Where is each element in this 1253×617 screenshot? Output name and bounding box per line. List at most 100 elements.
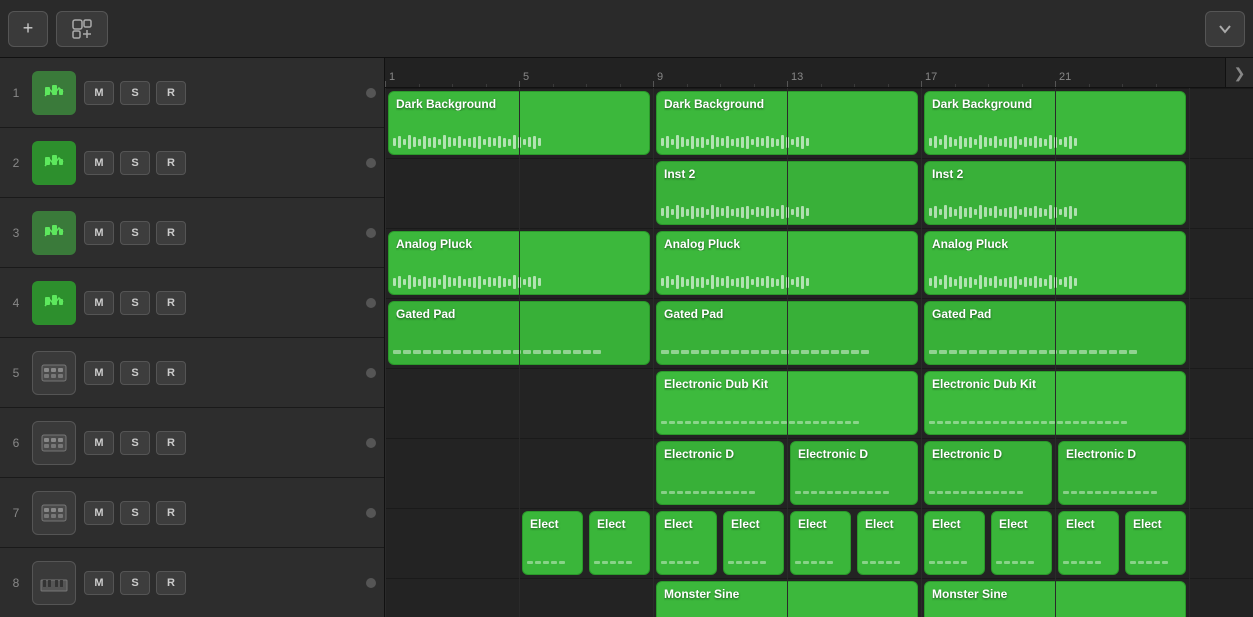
clip-label: Electronic D bbox=[664, 447, 779, 461]
track-record-btn-7[interactable]: R bbox=[156, 501, 186, 525]
track-record-btn-5[interactable]: R bbox=[156, 361, 186, 385]
track-record-btn-2[interactable]: R bbox=[156, 151, 186, 175]
track-solo-btn-2[interactable]: S bbox=[120, 151, 150, 175]
ruler-label: 5 bbox=[523, 71, 529, 83]
grid-col-line bbox=[385, 88, 386, 617]
clip-c26[interactable]: Elect bbox=[1058, 511, 1119, 575]
track-solo-btn-3[interactable]: S bbox=[120, 221, 150, 245]
track-mute-btn-1[interactable]: M bbox=[84, 81, 114, 105]
clip-pattern bbox=[929, 555, 980, 569]
track-icon-8[interactable] bbox=[32, 561, 76, 605]
clip-pattern bbox=[996, 555, 1047, 569]
clip-c24[interactable]: Elect bbox=[924, 511, 985, 575]
clip-label: Electronic D bbox=[1066, 447, 1181, 461]
clip-pattern bbox=[527, 555, 578, 569]
collapse-button[interactable] bbox=[1205, 11, 1245, 47]
track-icon-6[interactable] bbox=[32, 421, 76, 465]
track-header-3: 3 MSR bbox=[0, 198, 384, 268]
track-solo-btn-6[interactable]: S bbox=[120, 431, 150, 455]
clip-label: Gated Pad bbox=[396, 307, 645, 321]
clip-c23[interactable]: Elect bbox=[857, 511, 918, 575]
clip-c22[interactable]: Elect bbox=[790, 511, 851, 575]
track-icon-2[interactable] bbox=[32, 141, 76, 185]
clip-label: Inst 2 bbox=[932, 167, 1181, 181]
clip-c15[interactable]: Electronic D bbox=[790, 441, 918, 505]
track-solo-btn-4[interactable]: S bbox=[120, 291, 150, 315]
track-solo-btn-1[interactable]: S bbox=[120, 81, 150, 105]
clip-label: Elect bbox=[798, 517, 846, 531]
clip-c14[interactable]: Electronic D bbox=[656, 441, 784, 505]
track-header-7: 7MSR bbox=[0, 478, 384, 548]
track-number-8: 8 bbox=[8, 576, 24, 590]
clip-c20[interactable]: Elect bbox=[656, 511, 717, 575]
clip-label: Dark Background bbox=[932, 97, 1181, 111]
clip-c17[interactable]: Electronic D bbox=[1058, 441, 1186, 505]
clip-c18[interactable]: Elect bbox=[522, 511, 583, 575]
track-mute-btn-7[interactable]: M bbox=[84, 501, 114, 525]
clip-label: Elect bbox=[731, 517, 779, 531]
track-icon-1[interactable] bbox=[32, 71, 76, 115]
track-activity-dot-8 bbox=[366, 578, 376, 588]
grid-col-line bbox=[519, 88, 520, 617]
grid-row-line bbox=[385, 298, 1253, 299]
clip-pattern bbox=[594, 555, 645, 569]
grid-col-line bbox=[1189, 88, 1190, 617]
ruler-label: 21 bbox=[1059, 71, 1071, 83]
add-track-button[interactable]: + bbox=[8, 11, 48, 47]
clip-c16[interactable]: Electronic D bbox=[924, 441, 1052, 505]
track-icon-3[interactable] bbox=[32, 211, 76, 255]
clip-c19[interactable]: Elect bbox=[589, 511, 650, 575]
track-record-btn-6[interactable]: R bbox=[156, 431, 186, 455]
ruler: 159131721 ❯ bbox=[385, 58, 1253, 88]
clip-c21[interactable]: Elect bbox=[723, 511, 784, 575]
track-number-5: 5 bbox=[8, 366, 24, 380]
track-controls-6: MSR bbox=[84, 431, 358, 455]
grid-row-line bbox=[385, 438, 1253, 439]
track-mute-btn-5[interactable]: M bbox=[84, 361, 114, 385]
track-record-btn-4[interactable]: R bbox=[156, 291, 186, 315]
clip-label: Inst 2 bbox=[664, 167, 913, 181]
track-solo-btn-5[interactable]: S bbox=[120, 361, 150, 385]
track-record-btn-1[interactable]: R bbox=[156, 81, 186, 105]
clip-pattern bbox=[1063, 555, 1114, 569]
clip-label: Elect bbox=[1066, 517, 1114, 531]
track-controls-7: MSR bbox=[84, 501, 358, 525]
clip-label: Gated Pad bbox=[664, 307, 913, 321]
clip-label: Elect bbox=[664, 517, 712, 531]
track-mute-btn-6[interactable]: M bbox=[84, 431, 114, 455]
track-header-1: 1 MSR bbox=[0, 58, 384, 128]
track-solo-btn-8[interactable]: S bbox=[120, 571, 150, 595]
track-mute-btn-4[interactable]: M bbox=[84, 291, 114, 315]
track-mute-btn-3[interactable]: M bbox=[84, 221, 114, 245]
clip-c27[interactable]: Elect bbox=[1125, 511, 1186, 575]
add-region-button[interactable] bbox=[56, 11, 108, 47]
clip-pattern bbox=[795, 485, 913, 499]
track-number-1: 1 bbox=[8, 86, 24, 100]
track-header-2: 2 MSR bbox=[0, 128, 384, 198]
track-mute-btn-8[interactable]: M bbox=[84, 571, 114, 595]
track-mute-btn-2[interactable]: M bbox=[84, 151, 114, 175]
timeline-area: 159131721 ❯ Dark BackgroundDark Backgrou… bbox=[385, 58, 1253, 617]
main-area: 1MSR2MSR3MSR4MSR5MSR6MSR7MSR8MSR 1591317… bbox=[0, 58, 1253, 617]
track-activity-dot-7 bbox=[366, 508, 376, 518]
track-record-btn-3[interactable]: R bbox=[156, 221, 186, 245]
grid-row-line bbox=[385, 228, 1253, 229]
track-number-2: 2 bbox=[8, 156, 24, 170]
grid-row-line bbox=[385, 158, 1253, 159]
clip-c25[interactable]: Elect bbox=[991, 511, 1052, 575]
track-icon-7[interactable] bbox=[32, 491, 76, 535]
track-icon-4[interactable] bbox=[32, 281, 76, 325]
clip-label: Electronic Dub Kit bbox=[932, 377, 1181, 391]
track-header-4: 4MSR bbox=[0, 268, 384, 338]
track-solo-btn-7[interactable]: S bbox=[120, 501, 150, 525]
toolbar: + bbox=[0, 0, 1253, 58]
track-icon-5[interactable] bbox=[32, 351, 76, 395]
grid-row-line bbox=[385, 578, 1253, 579]
track-number-3: 3 bbox=[8, 226, 24, 240]
scroll-right-button[interactable]: ❯ bbox=[1225, 58, 1253, 88]
track-controls-2: MSR bbox=[84, 151, 358, 175]
track-record-btn-8[interactable]: R bbox=[156, 571, 186, 595]
track-controls-8: MSR bbox=[84, 571, 358, 595]
clip-label: Analog Pluck bbox=[664, 237, 913, 251]
ruler-label: 1 bbox=[389, 71, 395, 83]
